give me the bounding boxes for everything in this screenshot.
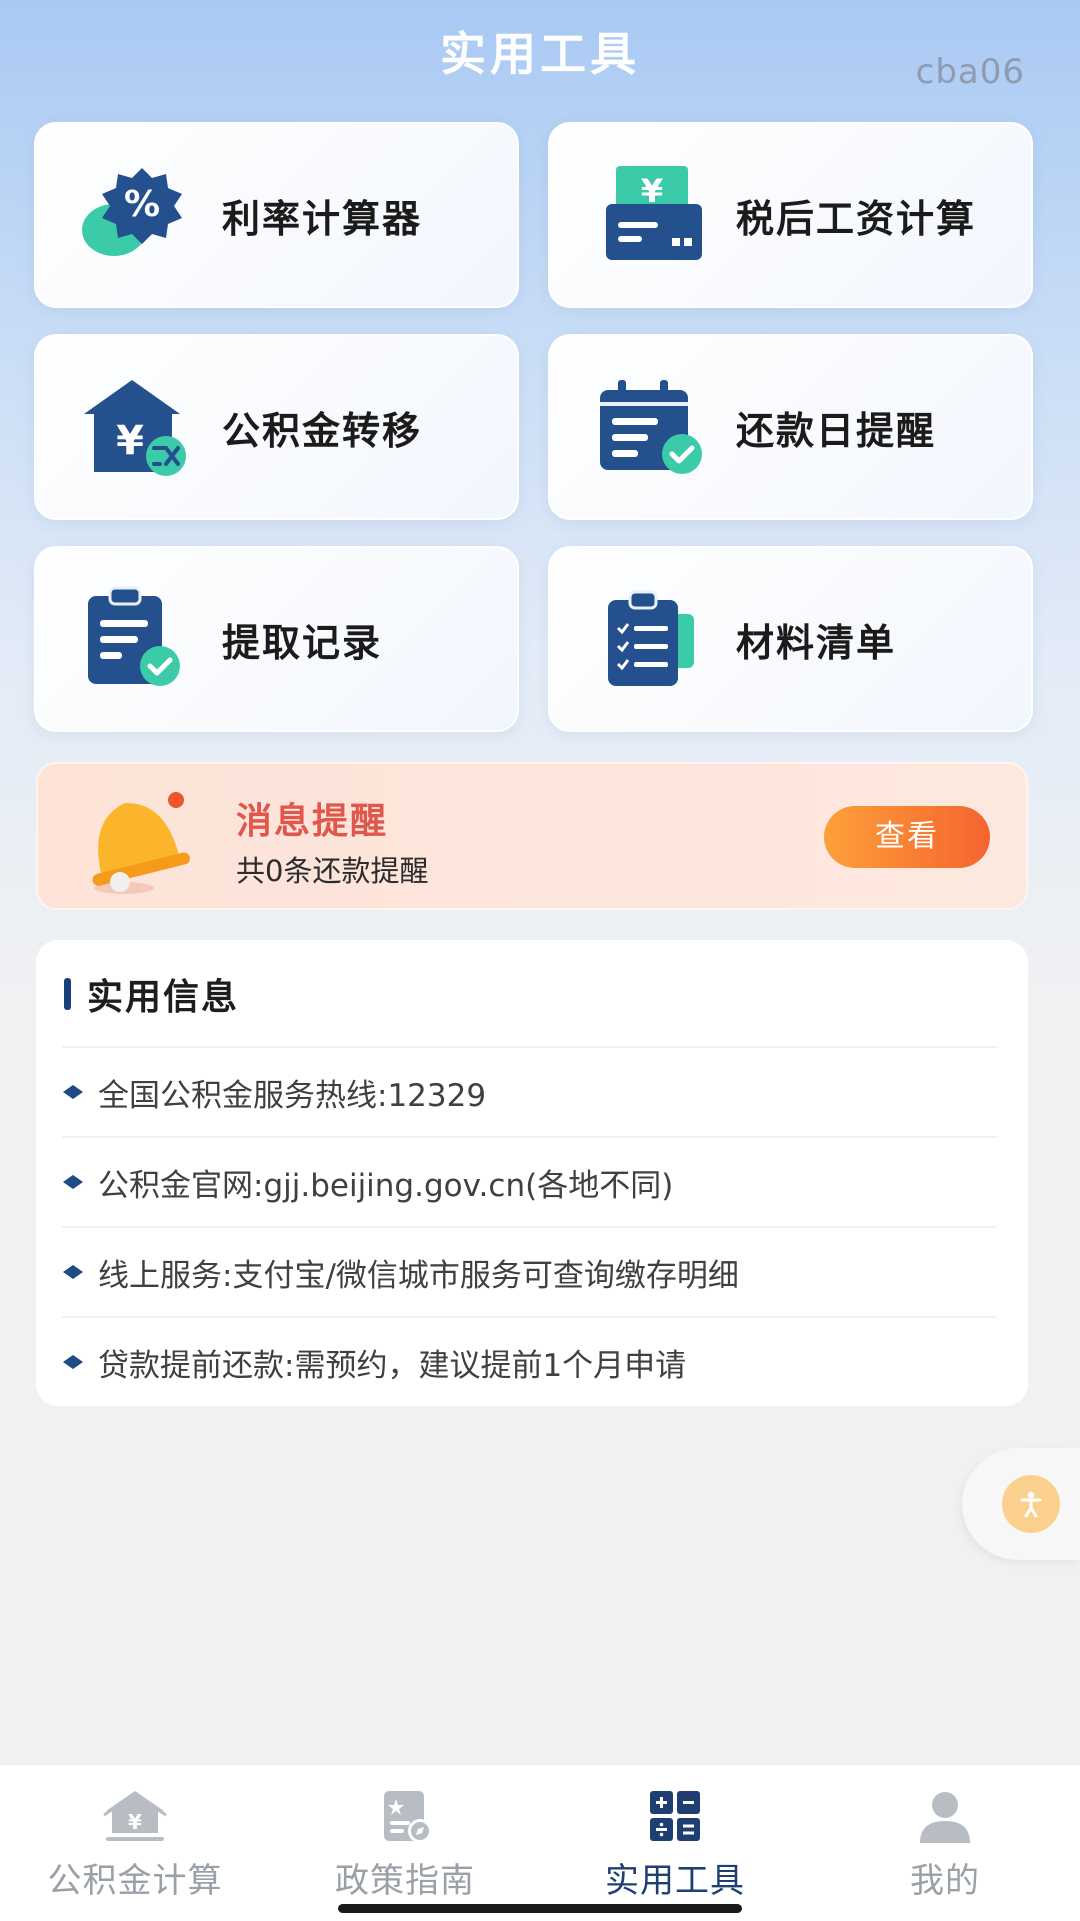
diamond-bullet-icon — [63, 1265, 83, 1279]
home-indicator — [338, 1904, 742, 1913]
tool-label: 税后工资计算 — [736, 196, 977, 241]
clipboard-check-icon — [88, 586, 180, 686]
policy-guide-icon — [384, 1791, 432, 1843]
info-item: 公积金官网:gjj.beijing.gov.cn(各地不同) — [62, 1136, 997, 1226]
tool-card-withdrawal-records[interactable]: 提取记录 — [34, 546, 519, 732]
tab-practical-tools[interactable]: 实用工具 — [540, 1765, 810, 1921]
tool-label: 还款日提醒 — [736, 408, 937, 453]
info-item: 贷款提前还款:需预约，建议提前1个月申请 — [62, 1316, 997, 1406]
message-reminder-banner: 消息提醒 共0条还款提醒 查看 — [36, 762, 1028, 910]
diamond-bullet-icon — [63, 1175, 83, 1189]
tab-label: 公积金计算 — [47, 1861, 223, 1901]
accessibility-float-button[interactable] — [962, 1448, 1080, 1560]
notice-subtitle: 共0条还款提醒 — [236, 854, 429, 888]
section-title: 实用信息 — [87, 977, 240, 1018]
tab-label: 政策指南 — [335, 1861, 475, 1901]
calendar-check-icon — [600, 380, 702, 474]
info-text: 全国公积金服务热线:12329 — [98, 1077, 487, 1114]
tool-label: 材料清单 — [736, 620, 897, 665]
tool-card-repayment-reminder[interactable]: 还款日提醒 — [548, 334, 1033, 520]
svg-text:¥: ¥ — [116, 418, 144, 464]
house-yuan-icon: ¥ — [103, 1791, 167, 1841]
checklist-clipboard-icon — [608, 590, 694, 686]
info-item: 线上服务:支付宝/微信城市服务可查询缴存明细 — [62, 1226, 997, 1316]
bell-icon — [92, 792, 190, 894]
calculator-icon — [650, 1791, 700, 1841]
section-header: 实用信息 — [64, 970, 239, 1018]
tab-policy-guide[interactable]: 政策指南 — [270, 1765, 540, 1921]
section-marker — [64, 978, 71, 1010]
notice-title: 消息提醒 — [236, 801, 389, 842]
tool-card-rate-calculator[interactable]: % 利率计算器 — [34, 122, 519, 308]
tab-label: 我的 — [910, 1861, 980, 1901]
tool-card-salary-calculator[interactable]: ¥ 税后工资计算 — [548, 122, 1033, 308]
svg-text:¥: ¥ — [128, 1810, 142, 1834]
tab-label: 实用工具 — [605, 1861, 745, 1901]
svg-text:%: % — [124, 184, 160, 225]
info-text: 贷款提前还款:需预约，建议提前1个月申请 — [98, 1347, 687, 1384]
accessibility-icon — [1002, 1475, 1060, 1533]
percent-badge-icon: % — [82, 168, 182, 256]
tool-card-fund-transfer[interactable]: ¥ 公积金转移 — [34, 334, 519, 520]
tool-label: 利率计算器 — [222, 196, 423, 241]
tab-fund-calculation[interactable]: ¥ 公积金计算 — [0, 1765, 270, 1921]
diamond-bullet-icon — [63, 1085, 83, 1099]
tool-label: 提取记录 — [222, 620, 383, 665]
house-fund-transfer-icon: ¥ — [84, 380, 186, 476]
user-icon — [920, 1792, 970, 1843]
info-text: 公积金官网:gjj.beijing.gov.cn(各地不同) — [98, 1167, 674, 1204]
info-text: 线上服务:支付宝/微信城市服务可查询缴存明细 — [98, 1257, 739, 1294]
watermark-text: cba06 — [915, 52, 1025, 92]
tab-mine[interactable]: 我的 — [810, 1765, 1080, 1921]
tool-card-materials-list[interactable]: 材料清单 — [548, 546, 1033, 732]
practical-info-card: 实用信息 全国公积金服务热线:12329 公积金官网:gjj.beijing.g… — [36, 940, 1028, 1406]
tool-label: 公积金转移 — [222, 408, 423, 453]
diamond-bullet-icon — [63, 1355, 83, 1369]
bottom-tab-bar: ¥ 公积金计算 政策指南 实用工具 我的 — [0, 1764, 1080, 1921]
info-item: 全国公积金服务热线:12329 — [62, 1046, 997, 1136]
view-button[interactable]: 查看 — [824, 806, 990, 868]
salary-payment-icon: ¥ — [606, 166, 702, 260]
